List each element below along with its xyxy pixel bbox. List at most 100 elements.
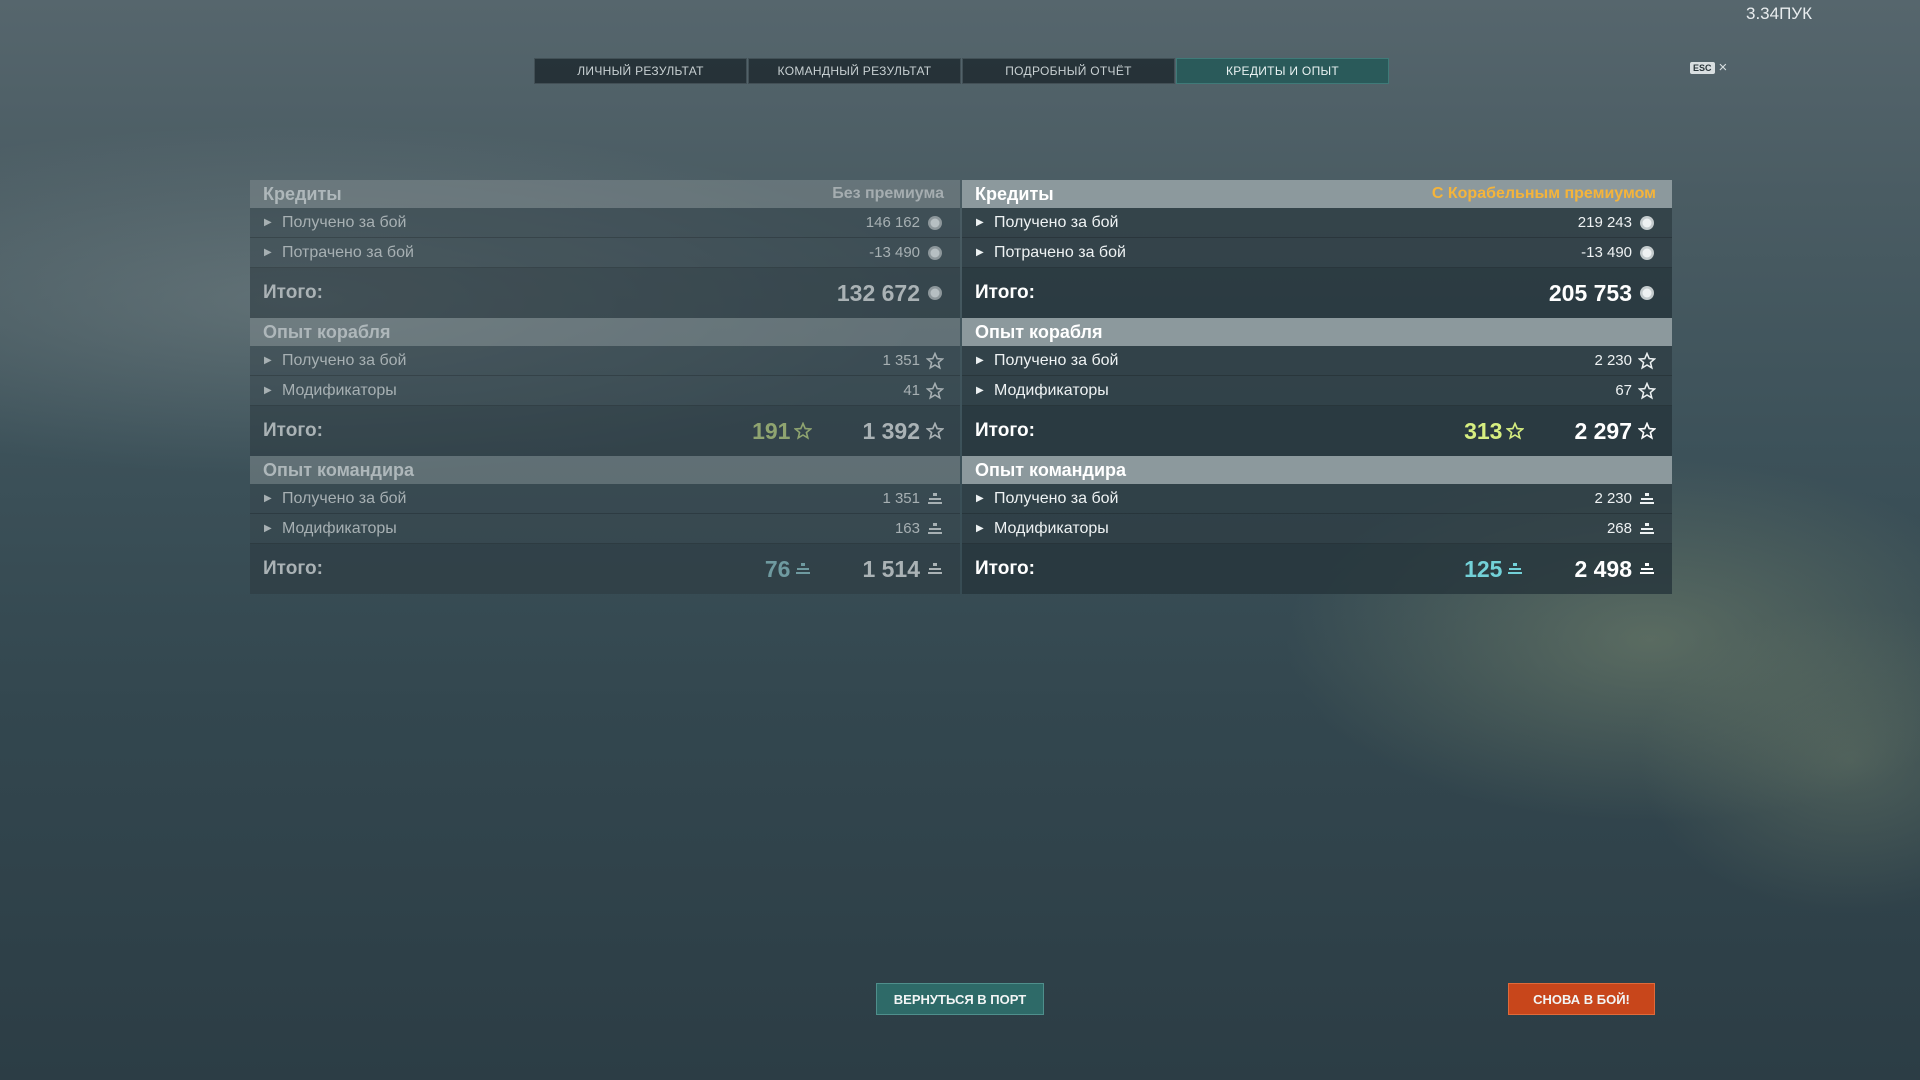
row-commander-xp-modifiers[interactable]: ▶ Модификаторы 163 xyxy=(250,514,960,544)
credits-coin-icon xyxy=(928,286,942,300)
row-credits-earned[interactable]: ▶ Получено за бой 219 243 xyxy=(962,208,1672,238)
star-icon xyxy=(926,351,944,369)
commander-xp-icon xyxy=(1508,563,1523,574)
bonus-value: 191 xyxy=(752,417,791,444)
return-to-port-button[interactable]: ВЕРНУТЬСЯ В ПОРТ xyxy=(876,983,1044,1015)
triangle-right-icon: ▶ xyxy=(264,247,272,258)
row-value: 67 xyxy=(1615,382,1632,399)
star-icon xyxy=(1638,351,1656,369)
total-credits: Итого: 132 672 xyxy=(250,268,960,318)
credits-coin-icon xyxy=(1640,286,1654,300)
total-ship-xp: Итого: 191 1 392 xyxy=(250,406,960,456)
section-header-ship-xp: Опыт корабля xyxy=(250,318,960,346)
row-value: -13 490 xyxy=(869,244,920,261)
row-ship-xp-earned[interactable]: ▶ Получено за бой 1 351 xyxy=(250,346,960,376)
version-label: 3.34ПУК xyxy=(1745,4,1812,23)
total-credits: Итого: 205 753 xyxy=(962,268,1672,318)
credits-coin-icon xyxy=(928,215,942,230)
triangle-right-icon: ▶ xyxy=(976,523,984,534)
commander-xp-icon xyxy=(1640,563,1654,574)
row-value: 219 243 xyxy=(1577,214,1632,231)
tab-team-result[interactable]: КОМАНДНЫЙ РЕЗУЛЬТАТ xyxy=(748,58,961,84)
bonus-ship-xp: 191 xyxy=(752,417,813,445)
esc-key-badge: ESC xyxy=(1690,61,1715,74)
commander-xp-icon xyxy=(928,492,942,504)
battle-again-button[interactable]: СНОВА В БОЙ! xyxy=(1508,983,1655,1015)
row-ship-xp-modifiers[interactable]: ▶ Модификаторы 67 xyxy=(962,376,1672,406)
commander-xp-icon xyxy=(928,563,942,574)
tab-detailed-report[interactable]: ПОДРОБНЫЙ ОТЧЁТ xyxy=(962,58,1175,84)
total-label: Итого: xyxy=(263,282,323,303)
tab-credits-and-xp[interactable]: КРЕДИТЫ И ОПЫТ xyxy=(1176,58,1389,84)
triangle-right-icon: ▶ xyxy=(264,355,272,366)
section-header-credits: Кредиты С Корабельным премиумом xyxy=(962,180,1672,208)
triangle-right-icon: ▶ xyxy=(976,247,984,258)
row-label: Получено за бой xyxy=(282,213,407,231)
bonus-ship-xp: 313 xyxy=(1464,417,1525,445)
close-button[interactable]: ESC × xyxy=(1690,59,1727,76)
bonus-value: 313 xyxy=(1464,417,1503,444)
section-title: Кредиты xyxy=(263,183,342,204)
bonus-value: 76 xyxy=(764,555,791,582)
total-commander-xp: Итого: 76 1 514 xyxy=(250,544,960,594)
total-label: Итого: xyxy=(975,282,1035,303)
total-commander-xp: Итого: 125 2 498 xyxy=(962,544,1672,594)
section-title: Опыт командира xyxy=(975,459,1127,480)
row-commander-xp-earned[interactable]: ▶ Получено за бой 1 351 xyxy=(250,484,960,514)
row-value: 1 351 xyxy=(882,490,920,507)
total-ship-xp: Итого: 313 2 297 xyxy=(962,406,1672,456)
star-icon xyxy=(1506,422,1525,440)
star-icon xyxy=(794,422,813,440)
total-value: 1 514 xyxy=(862,555,920,582)
row-value: 2 230 xyxy=(1594,352,1632,369)
row-credits-earned[interactable]: ▶ Получено за бой 146 162 xyxy=(250,208,960,238)
row-label: Модификаторы xyxy=(994,519,1109,537)
section-title: Опыт командира xyxy=(263,459,415,480)
total-label: Итого: xyxy=(975,558,1035,579)
section-header-commander-xp: Опыт командира xyxy=(962,456,1672,484)
total-label: Итого: xyxy=(263,558,323,579)
row-label: Модификаторы xyxy=(282,381,397,399)
row-value: -13 490 xyxy=(1581,244,1632,261)
total-label: Итого: xyxy=(975,420,1035,441)
bonus-value: 125 xyxy=(1464,555,1503,582)
row-label: Получено за бой xyxy=(994,489,1119,507)
row-label: Модификаторы xyxy=(282,519,397,537)
row-value: 268 xyxy=(1606,520,1632,537)
row-ship-xp-modifiers[interactable]: ▶ Модификаторы 41 xyxy=(250,376,960,406)
star-icon xyxy=(926,381,944,399)
bonus-commander-xp: 76 xyxy=(765,556,813,583)
bonus-commander-xp: 125 xyxy=(1464,556,1524,583)
commander-xp-icon xyxy=(1640,522,1654,534)
section-subtitle: С Корабельным премиумом xyxy=(1431,185,1656,202)
row-credits-spent[interactable]: ▶ Потрачено за бой -13 490 xyxy=(962,238,1672,268)
row-commander-xp-modifiers[interactable]: ▶ Модификаторы 268 xyxy=(962,514,1672,544)
triangle-right-icon: ▶ xyxy=(976,385,984,396)
commander-xp-icon xyxy=(1640,492,1654,504)
row-label: Получено за бой xyxy=(282,489,407,507)
commander-xp-icon xyxy=(928,522,942,534)
star-icon xyxy=(926,422,944,440)
section-header-commander-xp: Опыт командира xyxy=(250,456,960,484)
section-header-ship-xp: Опыт корабля xyxy=(962,318,1672,346)
panel-without-premium: Кредиты Без премиума ▶ Получено за бой 1… xyxy=(250,180,960,594)
row-label: Модификаторы xyxy=(994,381,1109,399)
results-tabs: ЛИЧНЫЙ РЕЗУЛЬТАТ КОМАНДНЫЙ РЕЗУЛЬТАТ ПОД… xyxy=(534,58,1390,84)
section-title: Опыт корабля xyxy=(975,321,1103,342)
row-commander-xp-earned[interactable]: ▶ Получено за бой 2 230 xyxy=(962,484,1672,514)
tab-personal-result[interactable]: ЛИЧНЫЙ РЕЗУЛЬТАТ xyxy=(534,58,747,84)
section-subtitle: Без премиума xyxy=(832,185,944,202)
triangle-right-icon: ▶ xyxy=(976,355,984,366)
row-ship-xp-earned[interactable]: ▶ Получено за бой 2 230 xyxy=(962,346,1672,376)
total-value: 1 392 xyxy=(862,417,920,444)
row-credits-spent[interactable]: ▶ Потрачено за бой -13 490 xyxy=(250,238,960,268)
credits-coin-icon xyxy=(1640,245,1654,260)
close-icon: × xyxy=(1718,59,1728,76)
triangle-right-icon: ▶ xyxy=(264,523,272,534)
star-icon xyxy=(1638,422,1656,440)
section-header-credits: Кредиты Без премиума xyxy=(250,180,960,208)
row-label: Получено за бой xyxy=(994,213,1119,231)
panel-with-premium: Кредиты С Корабельным премиумом ▶ Получе… xyxy=(962,180,1672,594)
credits-coin-icon xyxy=(928,245,942,260)
row-value: 1 351 xyxy=(882,352,920,369)
